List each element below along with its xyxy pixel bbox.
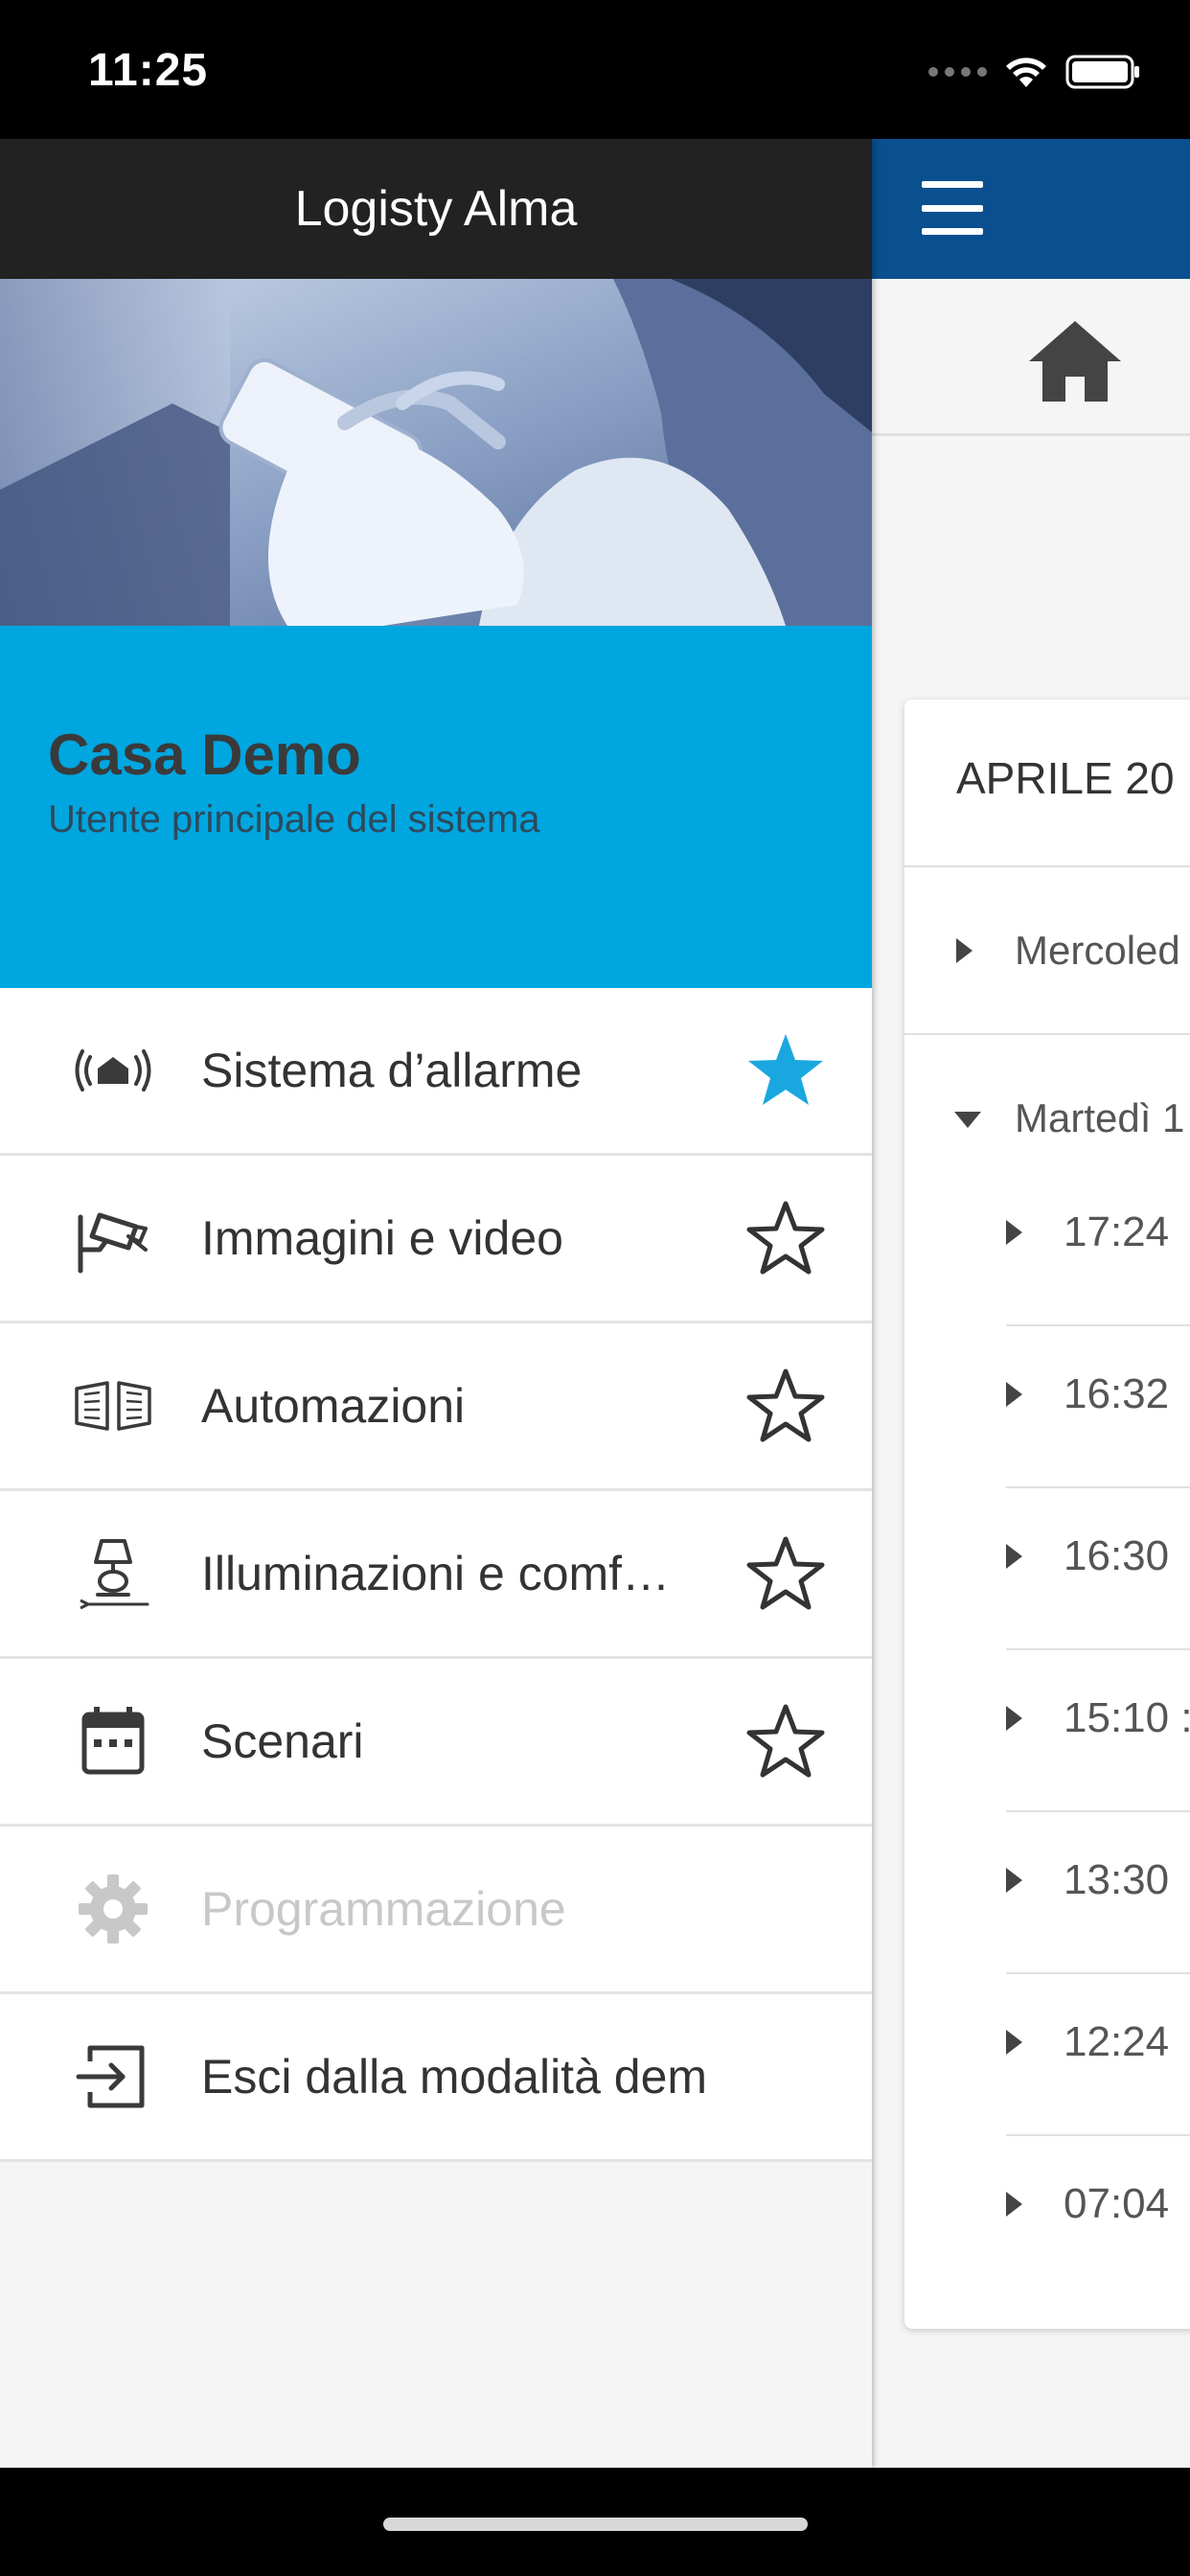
drawer-header: Logisty Alma <box>0 139 872 279</box>
navigation-drawer: Logisty Alma Casa Demo Utente principale… <box>0 139 872 2468</box>
top-app-bar <box>872 139 1190 279</box>
event-row[interactable]: 17:24 <box>1006 1164 1190 1326</box>
profile-subtitle: Utente principale del sistema <box>48 798 540 840</box>
day-label: Martedì 1 <box>1015 1095 1185 1140</box>
cellular-signal-icon <box>928 67 987 77</box>
menu-item-lighting-comfort[interactable]: Illuminazioni e comf… <box>0 1491 872 1659</box>
expand-arrow-icon <box>1006 1706 1022 1731</box>
star-filled-icon[interactable] <box>744 1028 828 1113</box>
drawer-menu: Sistema d’allarme Immagini e video Autom… <box>0 988 872 2162</box>
profile-name: Casa Demo <box>48 723 361 787</box>
menu-item-label: Immagini e video <box>201 1211 563 1265</box>
event-time: 13:30 <box>1064 1856 1170 1903</box>
expand-arrow-icon <box>1006 2192 1022 2217</box>
event-time: 12:24 <box>1064 2018 1170 2065</box>
menu-icon[interactable] <box>922 181 983 235</box>
event-time: 07:04 <box>1064 2180 1170 2227</box>
status-time: 11:25 <box>88 45 209 96</box>
expand-arrow-icon <box>956 938 973 963</box>
menu-item-alarm-system[interactable]: Sistema d’allarme <box>0 988 872 1156</box>
event-row[interactable]: 15:10 : <box>1006 1650 1190 1812</box>
expand-arrow-icon <box>1006 2030 1022 2055</box>
menu-item-label: Sistema d’allarme <box>201 1044 583 1097</box>
menu-item-label: Automazioni <box>201 1379 466 1433</box>
status-icons <box>928 54 1142 90</box>
event-row[interactable]: 12:24 <box>1006 1974 1190 2136</box>
menu-item-label: Esci dalla modalità demo <box>201 2050 709 2104</box>
expand-arrow-icon <box>1006 1220 1022 1245</box>
event-time: 16:30 <box>1064 1532 1170 1579</box>
event-time: 17:24 <box>1064 1208 1170 1255</box>
events-card: APRILE 20 Mercoled Martedì 1 17:24 16:32… <box>904 700 1190 2329</box>
expand-arrow-icon <box>1006 1544 1022 1569</box>
star-outline-icon[interactable] <box>744 1699 828 1783</box>
menu-item-exit-demo[interactable]: Esci dalla modalità demo <box>0 1994 872 2162</box>
menu-item-label: Illuminazioni e comf… <box>201 1547 671 1600</box>
day-label: Mercoled <box>1015 928 1180 973</box>
status-bar: 11:25 <box>0 0 1190 139</box>
day-row[interactable]: Mercoled <box>904 867 1190 1035</box>
menu-item-programming: Programmazione <box>0 1827 872 1994</box>
collapse-arrow-icon <box>954 1112 981 1128</box>
event-time: 15:10 : <box>1064 1694 1190 1741</box>
hero-image <box>0 279 872 626</box>
star-outline-icon[interactable] <box>744 1196 828 1280</box>
menu-item-label: Programmazione <box>201 1882 566 1936</box>
expand-arrow-icon <box>1006 1382 1022 1407</box>
expand-arrow-icon <box>1006 1868 1022 1893</box>
menu-item-images-video[interactable]: Immagini e video <box>0 1156 872 1323</box>
exit-icon <box>76 2045 145 2108</box>
calendar-icon <box>81 1707 145 1775</box>
gear-icon <box>79 1874 148 1944</box>
app-title: Logisty Alma <box>294 181 578 237</box>
shutters-icon <box>75 1381 151 1431</box>
star-outline-icon[interactable] <box>744 1531 828 1616</box>
profile-panel: Casa Demo Utente principale del sistema <box>0 626 872 988</box>
background-screen: APRILE 20 Mercoled Martedì 1 17:24 16:32… <box>872 139 1190 2468</box>
menu-item-automations[interactable]: Automazioni <box>0 1323 872 1491</box>
bottom-bar <box>0 2468 1190 2576</box>
security-camera-icon <box>78 1212 148 1274</box>
home-icon[interactable] <box>1025 317 1125 405</box>
alarm-siren-icon <box>75 1049 151 1092</box>
home-indicator[interactable] <box>383 2518 808 2531</box>
month-label: APRILE 20 <box>956 753 1175 803</box>
event-time: 16:32 <box>1064 1370 1170 1417</box>
lamp-icon <box>80 1539 149 1610</box>
event-row[interactable]: 16:30 <box>1006 1488 1190 1650</box>
star-outline-icon[interactable] <box>744 1364 828 1448</box>
event-row[interactable]: 13:30 <box>1006 1812 1190 1974</box>
event-row[interactable]: 16:32 <box>1006 1326 1190 1488</box>
menu-item-label: Scenari <box>201 1714 364 1768</box>
home-tab-bar <box>872 279 1190 436</box>
event-row[interactable]: 07:04 <box>1006 2136 1190 2298</box>
month-header: APRILE 20 <box>904 700 1190 867</box>
wifi-icon <box>1006 58 1046 87</box>
battery-icon <box>1065 55 1139 89</box>
menu-item-scenarios[interactable]: Scenari <box>0 1659 872 1827</box>
